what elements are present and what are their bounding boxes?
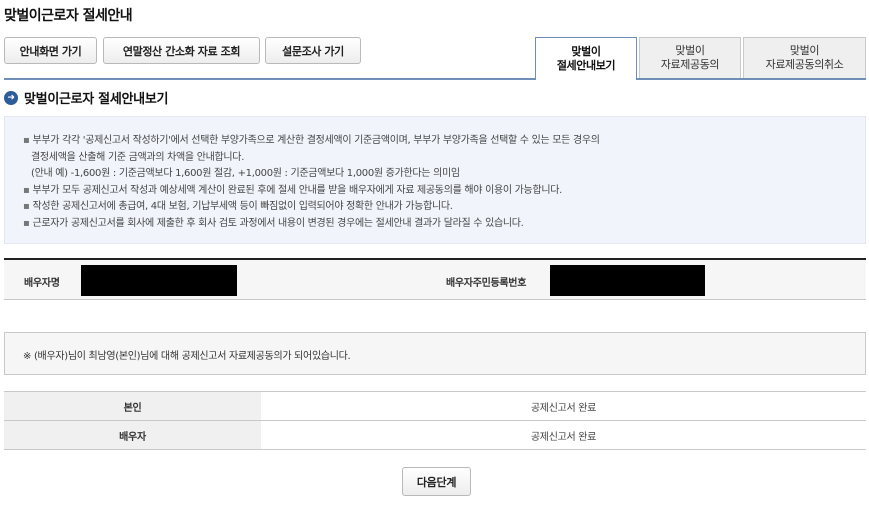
tab-label-line1: 맞벌이 <box>571 45 601 58</box>
section-title-text: 맞벌이근로자 절세안내보기 <box>24 92 169 107</box>
simplified-data-button[interactable]: 연말정산 간소화 자료 조회 <box>103 37 260 64</box>
bullet-icon: ▪ <box>23 184 30 196</box>
info-line: ▪ 부부가 각각 '공제신고서 작성하기'에서 선택한 부양가족으로 계산한 결정… <box>23 133 865 150</box>
consent-notice: ※ (배우자)님이 최남영(본인)님에 대해 공제신고서 자료제공동의가 되어있… <box>4 332 866 375</box>
spouse-id-redacted <box>550 265 705 296</box>
survey-button[interactable]: 설문조사 가기 <box>265 37 361 64</box>
tab-underline <box>4 78 866 80</box>
tab-label-line2: 자료제공동의취소 <box>765 58 844 71</box>
spouse-name-label: 배우자명 <box>24 278 60 289</box>
status-label: 본인 <box>4 391 261 421</box>
info-line: (안내 예) -1,600원 : 기준금액보다 1,600원 절감, +1,00… <box>23 166 865 183</box>
home-button[interactable]: 안내화면 가기 <box>4 37 97 64</box>
status-value: 공제신고서 완료 <box>261 420 866 450</box>
table-row: 본인 공제신고서 완료 <box>4 391 866 421</box>
tab-label-line2: 자료제공동의 <box>660 58 720 71</box>
next-step-button[interactable]: 다음단계 <box>402 467 471 496</box>
tab-label-line1: 맞벌이 <box>789 44 820 57</box>
status-label: 배우자 <box>4 420 261 450</box>
arrow-right-circle-icon: ➜ <box>4 90 18 105</box>
info-text: 부부가 모두 공제신고서 작성과 예상세액 계산이 완료된 후에 절세 안내를 … <box>32 184 563 196</box>
info-box: ▪ 부부가 각각 '공제신고서 작성하기'에서 선택한 부양가족으로 계산한 결정… <box>4 116 866 244</box>
tab-consent-cancel[interactable]: 맞벌이 자료제공동의취소 <box>743 37 866 78</box>
tab-data-consent[interactable]: 맞벌이 자료제공동의 <box>639 37 741 78</box>
info-text: 결정세액을 산출해 기준 금액과의 차액을 안내합니다. <box>31 151 245 163</box>
page-title: 맞벌이근로자 절세안내 <box>4 8 133 24</box>
info-line: ▪ 근로자가 공제신고서를 회사에 제출한 후 회사 검토 과정에서 내용이 변경… <box>23 216 865 233</box>
tab-label-line1: 맞벌이 <box>675 44 705 57</box>
info-text: 근로자가 공제신고서를 회사에 제출한 후 회사 검토 과정에서 내용이 변경된… <box>32 217 524 229</box>
spouse-name-redacted <box>81 265 237 296</box>
spouse-info-row: 배우자명 배우자주민등록번호 <box>4 258 866 300</box>
bullet-icon: ▪ <box>23 201 30 212</box>
status-table: 본인 공제신고서 완료 배우자 공제신고서 완료 <box>4 391 866 450</box>
info-text: (안내 예) -1,600원 : 기준금액보다 1,600원 절감, +1,00… <box>31 168 460 179</box>
bullet-icon: ▪ <box>23 135 30 146</box>
table-row: 배우자 공제신고서 완료 <box>4 420 866 450</box>
info-line: ▪ 작성한 공제신고서에 총급여, 4대 보험, 기납부세액 등이 빠짐없이 입력… <box>23 199 865 216</box>
tab-label-line2: 절세안내보기 <box>556 59 616 72</box>
info-line: ▪ 부부가 모두 공제신고서 작성과 예상세액 계산이 완료된 후에 절세 안내를… <box>23 183 865 200</box>
info-text: 부부가 각각 '공제신고서 작성하기'에서 선택한 부양가족으로 계산한 결정세… <box>32 135 600 146</box>
info-text: 작성한 공제신고서에 총급여, 4대 보험, 기납부세액 등이 빠짐없이 입력되… <box>32 201 453 212</box>
spouse-id-label: 배우자주민등록번호 <box>446 278 527 289</box>
info-line: 결정세액을 산출해 기준 금액과의 차액을 안내합니다. <box>23 150 865 167</box>
bullet-icon: ▪ <box>23 217 30 229</box>
section-title: ➜ 맞벌이근로자 절세안내보기 <box>4 88 168 107</box>
tab-tax-guide[interactable]: 맞벌이 절세안내보기 <box>535 37 637 80</box>
status-value: 공제신고서 완료 <box>261 391 866 421</box>
